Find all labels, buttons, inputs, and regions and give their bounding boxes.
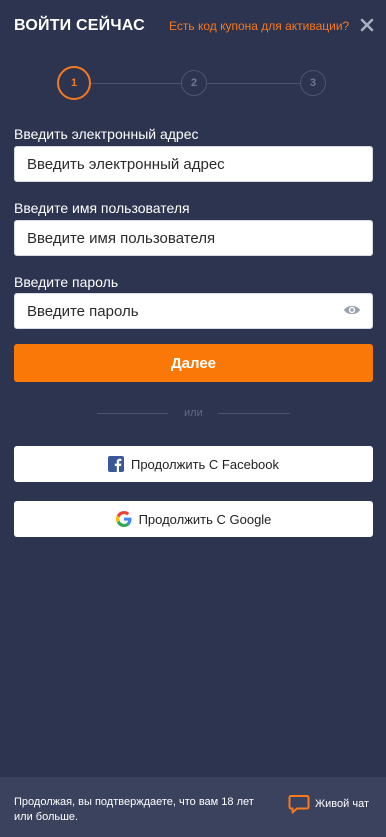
username-label: Введите имя пользователя [14, 200, 190, 216]
header: ВОЙТИ СЕЙЧАС Есть код купона для активац… [0, 0, 386, 52]
facebook-login-button[interactable]: Продолжить С Facebook [14, 446, 373, 482]
coupon-code-link[interactable]: Есть код купона для активации? [169, 19, 349, 33]
step-connector [207, 83, 300, 84]
password-label: Введите пароль [14, 274, 119, 290]
eye-icon[interactable] [343, 303, 361, 317]
step-2: 2 [181, 70, 207, 96]
live-chat-button[interactable]: Живой чат [288, 793, 369, 815]
email-field[interactable] [14, 146, 373, 182]
live-chat-label: Живой чат [315, 798, 369, 810]
google-button-label: Продолжить С Google [138, 511, 272, 527]
google-login-button[interactable]: Продолжить С Google [14, 501, 373, 537]
username-field[interactable] [14, 220, 373, 256]
footer: Продолжая, вы подтверждаете, что вам 18 … [0, 777, 386, 837]
divider-left [97, 413, 168, 414]
next-button[interactable]: Далее [14, 344, 373, 382]
age-disclaimer: Продолжая, вы подтверждаете, что вам 18 … [14, 796, 254, 823]
email-label: Введить электронный адрес [14, 126, 199, 142]
page-title: ВОЙТИ СЕЙЧАС [14, 17, 145, 34]
close-icon[interactable] [358, 16, 376, 34]
google-icon [115, 511, 132, 527]
step-3: 3 [300, 70, 326, 96]
divider-or: или [184, 407, 203, 419]
divider-right [218, 413, 290, 414]
facebook-button-label: Продолжить С Facebook [130, 456, 280, 472]
step-1: 1 [57, 66, 91, 100]
password-field[interactable] [14, 293, 373, 329]
registration-stepper: 1 2 3 [0, 64, 386, 102]
step-connector [91, 83, 181, 84]
facebook-icon [107, 456, 124, 472]
chat-bubble-icon [288, 795, 310, 814]
